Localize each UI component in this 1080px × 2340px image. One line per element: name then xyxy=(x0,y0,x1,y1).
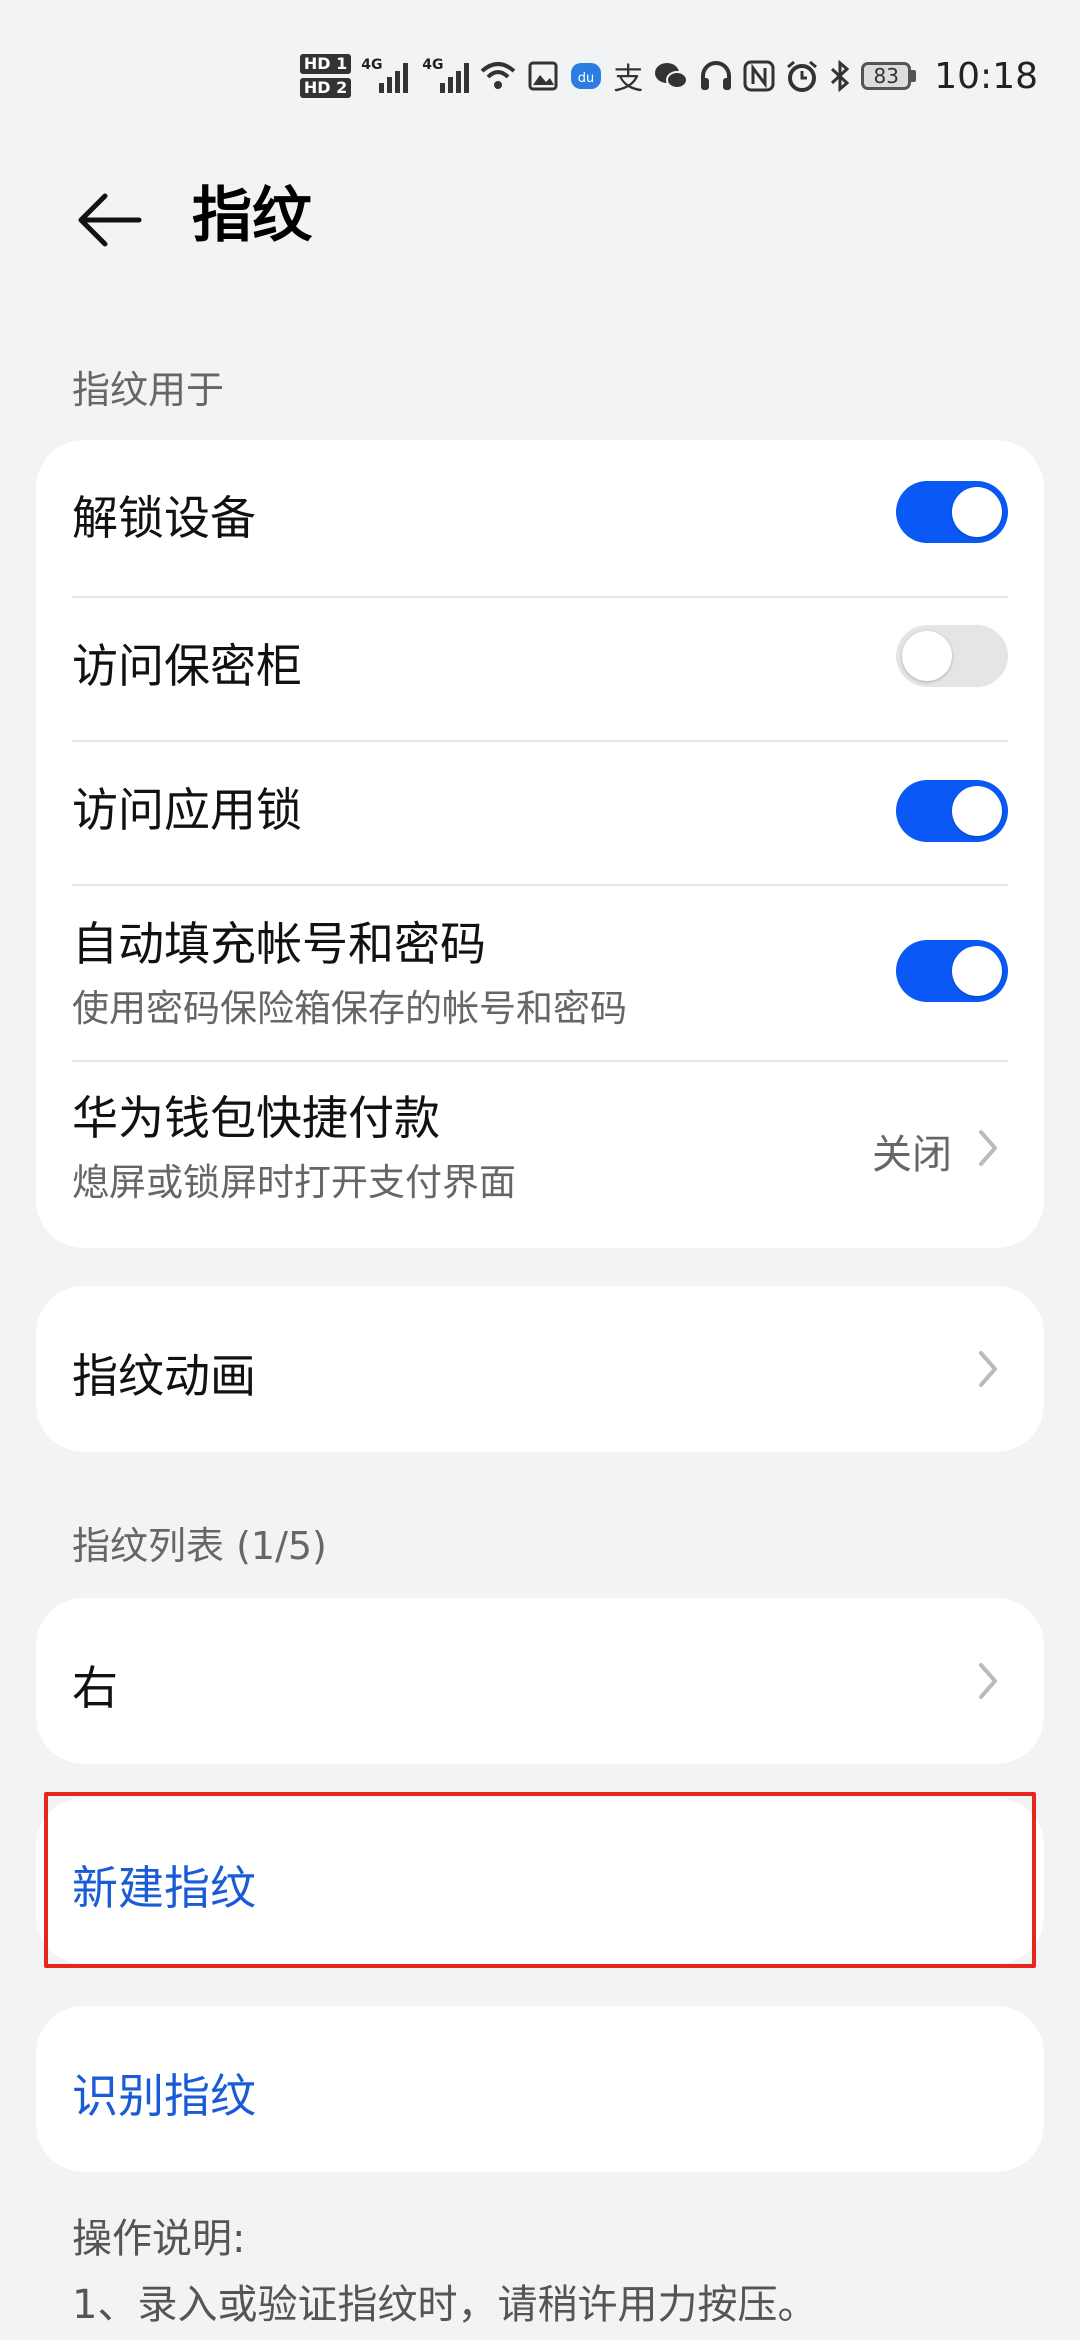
chevron-right-icon xyxy=(968,1118,1008,1178)
row-title: 指纹动画 xyxy=(72,1349,256,1403)
row-subtitle: 使用密码保险箱保存的帐号和密码 xyxy=(72,987,627,1030)
svg-text:du: du xyxy=(578,71,595,86)
row-title: 访问应用锁 xyxy=(72,783,302,837)
hd1-label: HD 1 xyxy=(299,54,352,74)
image-icon xyxy=(527,56,559,96)
row-title: 华为钱包快捷付款 xyxy=(72,1091,440,1145)
app-lock-toggle[interactable] xyxy=(896,780,1008,842)
bluetooth-icon xyxy=(829,56,851,96)
wifi-icon xyxy=(479,56,517,96)
fingerprint-name: 右 xyxy=(72,1661,118,1715)
chevron-right-icon xyxy=(968,1651,1008,1711)
row-title: 访问保密柜 xyxy=(72,639,302,693)
instructions-line-1: 1、录入或验证指纹时，请稍许用力按压。 xyxy=(72,2282,818,2328)
identify-fingerprint-label: 识别指纹 xyxy=(72,2069,256,2123)
section-label-usage: 指纹用于 xyxy=(72,368,225,412)
back-arrow-icon xyxy=(78,193,142,247)
highlight-box xyxy=(44,1792,1036,1968)
section-label-fingerprint-list: 指纹列表 (1/5) xyxy=(72,1524,327,1568)
back-button[interactable] xyxy=(70,180,150,260)
unlock-device-toggle[interactable] xyxy=(896,481,1008,543)
animation-card[interactable]: 指纹动画 xyxy=(36,1286,1044,1452)
instructions-title: 操作说明: xyxy=(72,2216,246,2262)
chevron-right-icon xyxy=(968,1339,1008,1399)
row-app-lock[interactable]: 访问应用锁 xyxy=(72,740,1008,884)
status-icons: HD 1 HD 2 4G 4G du 支 83 10:18 xyxy=(299,48,1038,104)
fingerprint-list-card[interactable]: 右 xyxy=(36,1598,1044,1764)
battery-level: 83 xyxy=(861,62,912,90)
signal-1-icon: 4G xyxy=(361,57,409,93)
headphones-icon xyxy=(699,56,733,96)
nfc-icon xyxy=(743,56,775,96)
baidu-icon: du xyxy=(569,56,603,96)
row-title: 自动填充帐号和密码 xyxy=(72,917,486,971)
identify-fingerprint-button[interactable]: 识别指纹 xyxy=(36,2006,1044,2172)
wechat-icon xyxy=(653,56,689,96)
autofill-toggle[interactable] xyxy=(896,940,1008,1002)
hd2-label: HD 2 xyxy=(299,78,352,98)
fingerprint-item[interactable]: 右 xyxy=(72,1598,1008,1764)
wallet-pay-value: 关闭 xyxy=(872,1132,952,1178)
status-time: 10:18 xyxy=(934,55,1038,97)
alarm-icon xyxy=(785,56,819,96)
signal-2-icon: 4G xyxy=(422,57,470,93)
alipay-icon: 支 xyxy=(613,62,644,97)
row-autofill[interactable]: 自动填充帐号和密码 使用密码保险箱保存的帐号和密码 xyxy=(72,884,1008,1060)
row-subtitle: 熄屏或锁屏时打开支付界面 xyxy=(72,1161,516,1204)
vault-toggle[interactable] xyxy=(896,625,1008,687)
battery-icon: 83 xyxy=(861,62,917,90)
row-wallet-pay[interactable]: 华为钱包快捷付款 熄屏或锁屏时打开支付界面 关闭 xyxy=(72,1060,1008,1248)
usage-card: 解锁设备 访问保密柜 访问应用锁 自动填充帐号和密码 使用密码保险箱保存的帐号和… xyxy=(36,440,1044,1248)
row-animation[interactable]: 指纹动画 xyxy=(72,1286,1008,1452)
row-vault[interactable]: 访问保密柜 xyxy=(72,596,1008,740)
status-bar: HD 1 HD 2 4G 4G du 支 83 10:18 xyxy=(0,0,1080,150)
page-title: 指纹 xyxy=(192,181,312,251)
row-title: 解锁设备 xyxy=(72,491,256,545)
row-unlock-device[interactable]: 解锁设备 xyxy=(72,440,1008,584)
identify-fingerprint-row[interactable]: 识别指纹 xyxy=(72,2006,1008,2172)
hd-indicator: HD 1 HD 2 xyxy=(299,54,352,98)
